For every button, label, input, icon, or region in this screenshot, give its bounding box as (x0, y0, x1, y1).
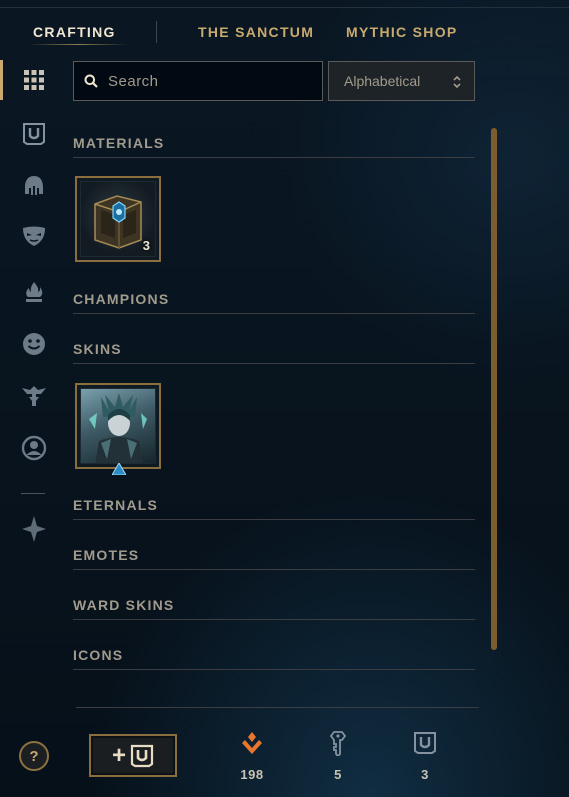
section-materials[interactable]: MATERIALS (73, 128, 475, 158)
currency-icon-wrap (318, 730, 358, 756)
rail-item-all[interactable] (18, 64, 50, 96)
currency-value: 5 (334, 767, 342, 782)
section-title: WARD SKINS (73, 597, 175, 613)
profile-icon (21, 435, 47, 461)
section-emotes[interactable]: EMOTES (73, 540, 475, 570)
section-champions[interactable]: CHAMPIONS (73, 284, 475, 314)
section-title: SKINS (73, 341, 122, 357)
currency-chests: 3 (405, 730, 445, 782)
rail-active-indicator (0, 60, 3, 100)
nav-divider (156, 21, 157, 43)
sort-selected-value: Alphabetical (344, 73, 421, 89)
help-label: ? (29, 747, 39, 765)
tab-crafting[interactable]: CRAFTING (33, 24, 116, 40)
rail-item-chests[interactable] (18, 118, 50, 150)
rail-item-eternals[interactable] (18, 513, 50, 545)
ward-flame-icon (26, 282, 43, 302)
section-eternals[interactable]: ETERNALS (73, 490, 475, 520)
currency-value: 3 (421, 767, 429, 782)
section-title: ICONS (73, 647, 124, 663)
section-title: CHAMPIONS (73, 291, 170, 307)
search-input[interactable] (108, 72, 308, 90)
plus-label: + (111, 741, 126, 769)
top-border (0, 7, 569, 8)
helmet-icon (25, 176, 43, 195)
scrollbar[interactable] (491, 128, 497, 650)
currency-keys: 5 (318, 730, 358, 782)
rail-item-champions[interactable] (18, 170, 50, 202)
sort-dropdown[interactable]: Alphabetical (328, 61, 475, 101)
section-title: MATERIALS (73, 135, 165, 151)
rail-item-skins[interactable] (18, 220, 50, 252)
currency-value: 198 (240, 767, 264, 782)
key-icon (329, 731, 347, 756)
search-box[interactable] (73, 61, 323, 101)
loot-panel: CRAFTING THE SANCTUM MYTHIC SHOP Search … (0, 0, 569, 797)
add-chest-button[interactable]: + (89, 734, 177, 777)
rail-item-emotes[interactable] (18, 328, 50, 360)
orange-essence-icon (242, 732, 262, 754)
top-nav: CRAFTING THE SANCTUM MYTHIC SHOP (0, 21, 569, 45)
currency-orange-essence: 198 (232, 730, 272, 782)
chest-icon (414, 732, 436, 754)
eternals-icon (22, 516, 46, 542)
skin-image (80, 388, 156, 464)
currency-icon-wrap (405, 730, 445, 756)
loot-item-hextech-chest[interactable]: 3 (75, 176, 161, 262)
tab-the-sanctum[interactable]: THE SANCTUM (198, 24, 314, 40)
active-tab-underline (28, 44, 128, 45)
footer-divider (76, 707, 479, 708)
chevron-up-down-icon (453, 75, 461, 89)
scrollbar-thumb[interactable] (491, 128, 497, 650)
rail-separator (21, 493, 45, 494)
chest-icon (23, 123, 45, 145)
section-skins[interactable]: SKINS (73, 334, 475, 364)
chest-image: 3 (80, 181, 156, 257)
emote-face-icon (23, 333, 45, 355)
section-title: EMOTES (73, 547, 140, 563)
section-ward-skins[interactable]: WARD SKINS (73, 590, 475, 620)
search-icon (84, 74, 98, 88)
chest-icon (130, 744, 154, 767)
totem-icon (22, 386, 46, 406)
champion-skin-portrait (89, 393, 147, 463)
loot-item-skin-shard[interactable] (75, 383, 161, 475)
grid-icon (24, 70, 44, 90)
rail-item-ward-skins[interactable] (18, 276, 50, 308)
currency-icon-wrap (232, 730, 272, 756)
tab-mythic-shop[interactable]: MYTHIC SHOP (346, 24, 458, 40)
item-count: 3 (142, 238, 150, 253)
rail-item-icons[interactable] (18, 432, 50, 464)
rarity-gem-icon (112, 463, 126, 475)
section-icons[interactable]: ICONS (73, 640, 475, 670)
help-button[interactable]: ? (19, 741, 49, 771)
section-title: ETERNALS (73, 497, 159, 513)
mask-icon (23, 226, 45, 246)
rail-item-totems[interactable] (18, 380, 50, 412)
